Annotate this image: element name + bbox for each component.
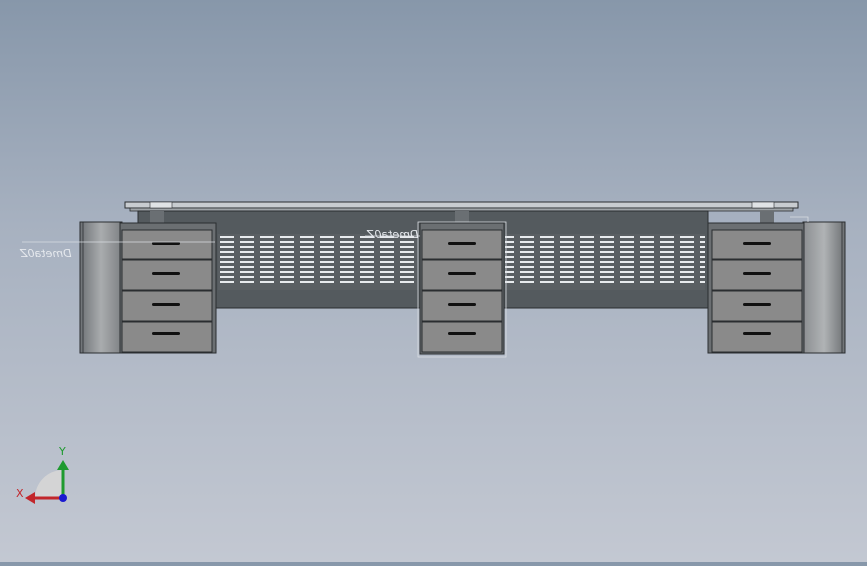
- cad-viewport[interactable]: Y X Dmeta0Z Dmeta0Z: [0, 0, 867, 562]
- x-axis-label: X: [16, 487, 24, 500]
- annotation-label-left: Dmeta0Z: [20, 247, 72, 260]
- y-axis-label: Y: [58, 445, 66, 458]
- desk-top: [124, 201, 799, 212]
- center-drawer-unit: [417, 221, 507, 358]
- desk-model: Y X: [16, 201, 846, 504]
- right-side-panel: [802, 221, 846, 354]
- annotation-label-center: Dmeta0Z: [367, 228, 419, 241]
- coordinate-triad[interactable]: Y X: [16, 445, 69, 504]
- left-drawer-unit: [119, 222, 217, 354]
- right-drawer-unit: [707, 222, 805, 354]
